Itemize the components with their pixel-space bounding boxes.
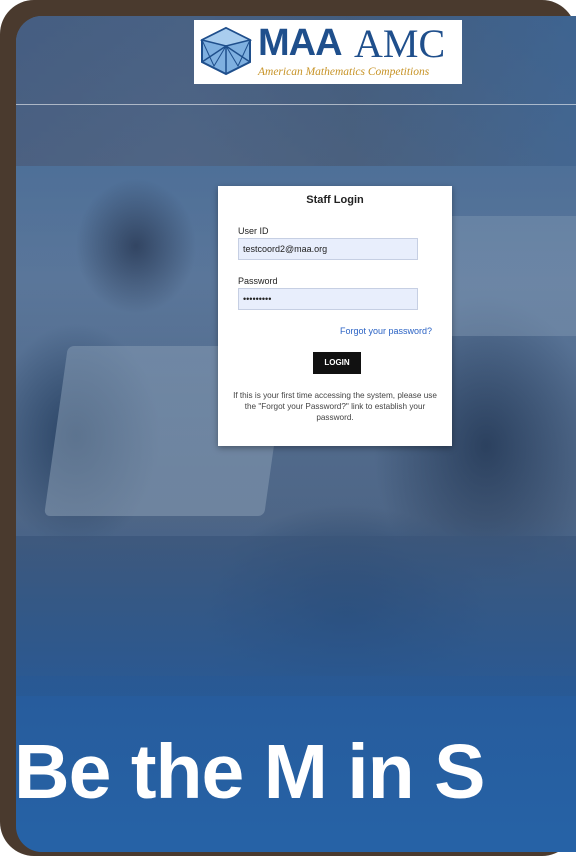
logo-wordmark-maa: MAA (258, 22, 343, 64)
first-time-note: If this is your first time accessing the… (233, 391, 437, 422)
logo-subtitle: American Mathematics Competitions (258, 66, 430, 78)
logo-wordmark-amc: AMC (354, 21, 446, 66)
password-label: Password (238, 276, 278, 286)
app-screen: MAA AMC American Mathematics Competition… (16, 16, 576, 852)
icosahedron-logo-icon (199, 26, 253, 76)
forgot-password-link[interactable]: Forgot your password? (340, 326, 432, 336)
user-id-label: User ID (238, 226, 269, 236)
login-button[interactable]: LOGIN (313, 352, 361, 374)
user-id-input[interactable]: testcoord2@maa.org (238, 238, 418, 260)
password-input[interactable]: ••••••••• (238, 288, 418, 310)
maa-amc-logo: MAA AMC American Mathematics Competition… (194, 20, 462, 84)
banner-headline: Be the M in S (16, 729, 485, 815)
staff-login-card: Staff Login User ID testcoord2@maa.org P… (218, 186, 452, 446)
header-divider (16, 104, 576, 105)
login-title: Staff Login (306, 194, 364, 206)
